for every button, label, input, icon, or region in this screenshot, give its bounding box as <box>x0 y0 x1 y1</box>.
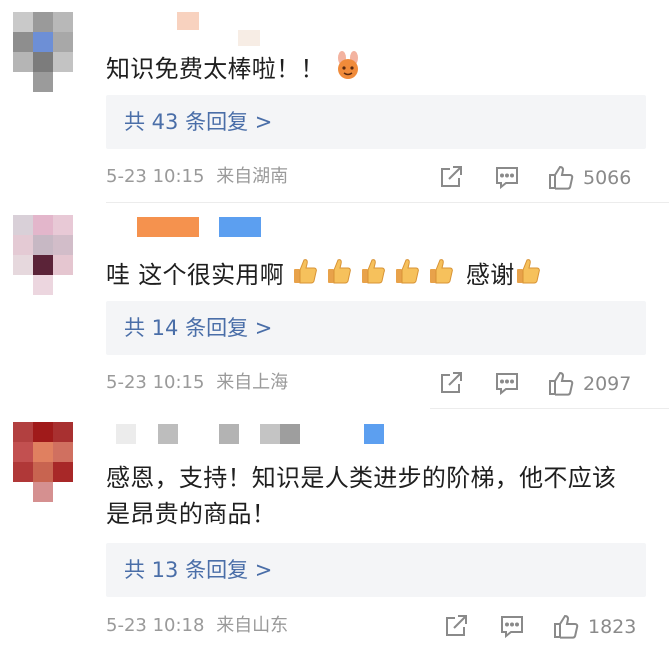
comment-actions: 2097 <box>437 369 647 399</box>
comment-item: 哇 这个很实用啊 感谢 共 14 条回复 > 5-23 10:15 来自上海 2… <box>0 205 669 410</box>
reply-summary[interactable]: 共 13 条回复 > <box>106 543 646 597</box>
divider <box>106 202 669 203</box>
comment-icon[interactable] <box>498 612 526 640</box>
comment-time: 5-23 10:18 <box>106 615 205 636</box>
comment-meta: 5-23 10:15 来自上海 <box>106 371 288 395</box>
comment-location: 来自山东 <box>216 615 289 636</box>
reply-count-link[interactable]: 共 13 条回复 > <box>124 543 272 597</box>
comment-icon[interactable] <box>493 369 521 397</box>
thumbs-up-emoji <box>428 257 454 295</box>
reply-count-link[interactable]: 共 43 条回复 > <box>124 95 272 149</box>
like-count: 5066 <box>583 167 632 189</box>
avatar[interactable] <box>13 422 75 502</box>
thumbs-up-emoji <box>292 257 318 295</box>
comment-text: 知识免费太棒啦！！ <box>106 50 651 90</box>
comment-item: 知识免费太棒啦！！ 共 43 条回复 > 5-23 10:15 来自湖南 506… <box>0 0 669 210</box>
thumbs-up-icon[interactable] <box>547 369 575 397</box>
avatar[interactable] <box>13 12 75 92</box>
bunny-hands-emoji <box>333 50 363 90</box>
share-icon[interactable] <box>437 369 465 397</box>
like-count: 1823 <box>588 616 637 638</box>
avatar[interactable] <box>13 215 75 295</box>
share-icon[interactable] <box>437 163 465 191</box>
comment-time: 5-23 10:15 <box>106 166 205 187</box>
share-icon[interactable] <box>442 612 470 640</box>
divider <box>430 408 669 409</box>
comment-location: 来自上海 <box>216 372 289 393</box>
thumbs-up-icon[interactable] <box>547 163 575 191</box>
comment-location: 来自湖南 <box>216 166 289 187</box>
like-count: 2097 <box>583 373 632 395</box>
reply-summary[interactable]: 共 43 条回复 > <box>106 95 646 149</box>
thumbs-up-emoji <box>360 257 386 295</box>
comment-actions: 1823 <box>442 612 647 642</box>
comment-text: 哇 这个很实用啊 感谢 <box>106 257 651 295</box>
thumbs-up-icon[interactable] <box>552 612 580 640</box>
reply-count-link[interactable]: 共 14 条回复 > <box>124 301 272 355</box>
comment-meta: 5-23 10:15 来自湖南 <box>106 165 288 189</box>
comment-time: 5-23 10:15 <box>106 372 205 393</box>
thumbs-up-emoji <box>326 257 352 295</box>
thumbs-up-emoji <box>394 257 420 295</box>
comment-icon[interactable] <box>493 163 521 191</box>
reply-summary[interactable]: 共 14 条回复 > <box>106 301 646 355</box>
comment-meta: 5-23 10:18 来自山东 <box>106 614 288 638</box>
thumbs-up-emoji <box>515 257 541 295</box>
comment-text: 感恩，支持！知识是人类进步的阶梯，他不应该是昂贵的商品！ <box>106 464 617 528</box>
comment-actions: 5066 <box>437 163 647 193</box>
comment-item: 感恩，支持！知识是人类进步的阶梯，他不应该是昂贵的商品！ 共 13 条回复 > … <box>0 410 669 662</box>
